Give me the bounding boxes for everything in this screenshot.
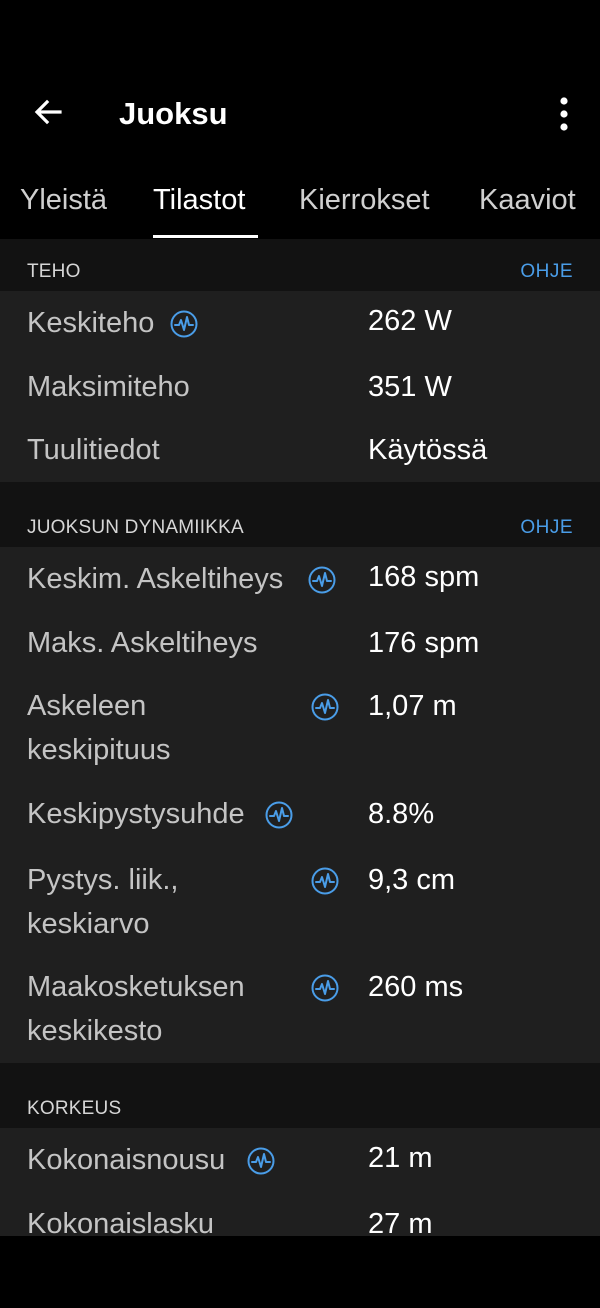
- row-value-avg-vertical-ratio: 8.8%: [368, 798, 435, 830]
- row-value-avg-stride-length: 1,07 m: [368, 690, 457, 722]
- pulse-chart-icon[interactable]: [265, 801, 293, 829]
- more-options-button[interactable]: [540, 88, 588, 140]
- row-label-avg-stride-length: Askeleen: [27, 690, 147, 722]
- row-label-avg-stride-length-line2: keskipituus: [27, 734, 171, 766]
- row-label-avg-vertical-oscillation-line2: keskiarvo: [27, 908, 150, 940]
- row-value-avg-ground-contact: 260 ms: [368, 971, 464, 1003]
- app-bar: Juoksu: [0, 0, 600, 165]
- row-label-wind-data: Tuulitiedot: [27, 434, 160, 466]
- row-label-avg-power: Keskiteho: [27, 307, 155, 339]
- pulse-chart-icon[interactable]: [308, 566, 336, 594]
- section-title: TEHO: [27, 261, 81, 282]
- pulse-chart-icon[interactable]: [170, 310, 198, 338]
- pulse-chart-icon[interactable]: [311, 974, 339, 1002]
- pulse-chart-icon[interactable]: [247, 1147, 275, 1175]
- section-header-power: TEHO OHJE: [0, 239, 600, 291]
- tab-bar: Yleistä Tilastot Kierrokset Kaaviot: [0, 165, 600, 239]
- pulse-chart-icon[interactable]: [311, 693, 339, 721]
- row-label-max-cadence: Maks. Askeltiheys: [27, 627, 258, 659]
- more-vertical-icon: [560, 97, 568, 131]
- row-label-total-ascent: Kokonaisnousu: [27, 1144, 226, 1176]
- row-value-avg-vertical-oscillation: 9,3 cm: [368, 864, 456, 896]
- row-value-max-cadence: 176 spm: [368, 627, 480, 659]
- row-value-max-power: 351 W: [368, 371, 452, 403]
- pulse-chart-icon[interactable]: [311, 867, 339, 895]
- arrow-left-icon: [34, 99, 62, 125]
- tab-statistics[interactable]: Tilastot: [153, 183, 245, 217]
- row-value-wind-data: Käytössä: [368, 434, 488, 466]
- row-label-avg-vertical-oscillation: Pystys. liik.,: [27, 864, 179, 896]
- row-label-avg-ground-contact-line2: keskikesto: [27, 1015, 163, 1047]
- active-tab-indicator: [153, 235, 258, 238]
- back-button[interactable]: [22, 86, 74, 138]
- row-value-avg-power: 262 W: [368, 305, 452, 337]
- help-link-dynamics[interactable]: OHJE: [520, 517, 573, 539]
- row-label-max-power: Maksimiteho: [27, 371, 190, 403]
- row-label-avg-ground-contact: Maakosketuksen: [27, 971, 245, 1003]
- row-value-avg-cadence: 168 spm: [368, 561, 480, 593]
- row-value-total-ascent: 21 m: [368, 1142, 433, 1174]
- tab-charts[interactable]: Kaaviot: [479, 183, 576, 217]
- tab-laps[interactable]: Kierrokset: [299, 183, 430, 217]
- section-header-dynamics: JUOKSUN DYNAMIIKKA OHJE: [0, 482, 600, 547]
- section-body-elevation: Kokonaisnousu 21 m Kokonaislasku 27 m: [0, 1128, 600, 1240]
- section-body-dynamics: Keskim. Askeltiheys 168 spm Maks. Askelt…: [0, 547, 600, 1063]
- tab-overview[interactable]: Yleistä: [20, 183, 107, 217]
- page-title: Juoksu: [119, 96, 228, 131]
- help-link-power[interactable]: OHJE: [520, 261, 573, 283]
- section-title: JUOKSUN DYNAMIIKKA: [27, 517, 244, 538]
- bottom-navigation-area: [0, 1236, 600, 1308]
- row-label-avg-cadence: Keskim. Askeltiheys: [27, 563, 284, 595]
- section-header-elevation: KORKEUS: [0, 1063, 600, 1128]
- row-label-avg-vertical-ratio: Keskipystysuhde: [27, 798, 245, 830]
- section-title: KORKEUS: [27, 1098, 122, 1119]
- section-body-power: Keskiteho 262 W Maksimiteho 351 W Tuulit…: [0, 291, 600, 482]
